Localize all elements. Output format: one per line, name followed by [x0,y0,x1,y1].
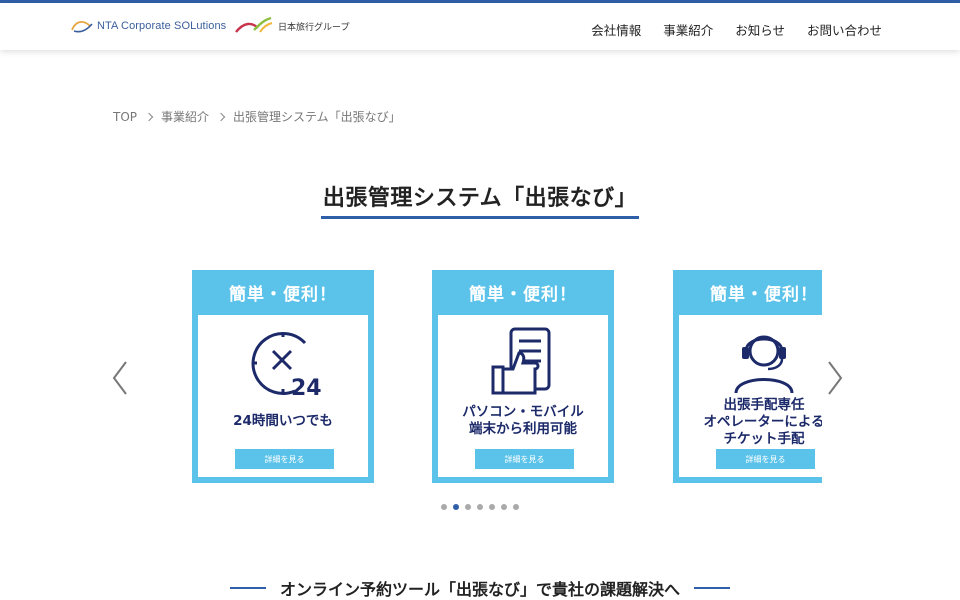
clock-24-icon: 24 [198,323,368,401]
section-heading: オンライン予約ツール「出張なび」で貴社の課題解決へ [0,576,960,600]
details-button[interactable]: 詳細を見る [716,449,815,469]
carousel-dot[interactable] [501,504,507,510]
carousel-dot[interactable] [513,504,519,510]
feature-card[interactable]: 簡単・便利！ 24 24時間いつでも 詳細を見る [192,270,374,483]
thumbs-up-phone-icon [438,323,608,401]
carousel-pagination [441,504,519,510]
group-logo-mark-icon [235,16,273,33]
feature-card[interactable]: 簡単・便利！ パソコン・モバイル 端末から利用可能 詳細を見る [432,270,614,483]
carousel-dot[interactable] [453,504,459,510]
carousel-track: 簡単・便利！ 24 24時間いつでも 詳細を見る 簡単・便利！ パソコン・モバイ… [192,268,822,488]
card-heading: 簡単・便利！ [710,285,818,305]
page-title-wrap: 出張管理システム「出張なび」 [0,180,960,219]
carousel-dot[interactable] [477,504,483,510]
carousel-dot[interactable] [489,504,495,510]
carousel-dot[interactable] [465,504,471,510]
details-button[interactable]: 詳細を見る [235,449,334,469]
card-body: パソコン・モバイル 端末から利用可能 詳細を見る [438,315,608,477]
breadcrumb-business[interactable]: 事業紹介 [161,108,209,125]
card-text: 出張手配専任 オペレーターによる チケット手配 [703,397,822,447]
nta-logo-mark-icon [71,21,93,33]
carousel-prev-arrow-icon[interactable] [110,360,130,396]
breadcrumb-top[interactable]: TOP [113,110,137,124]
card-body: 出張手配専任 オペレーターによる チケット手配 詳細を見る [679,315,822,477]
nta-logo-text: NTA Corporate SOLutions [97,20,227,32]
carousel-next-arrow-icon[interactable] [825,360,845,396]
nta-logo[interactable]: NTA Corporate SOLutions [70,18,226,34]
section-title: オンライン予約ツール「出張なび」で貴社の課題解決へ [279,580,680,599]
site-header: NTA Corporate SOLutions 日本旅行グループ 会社情報 事業… [0,3,960,50]
carousel-dot[interactable] [441,504,447,510]
main-nav: 会社情報 事業紹介 お知らせ お問い合わせ [591,20,882,39]
nav-business[interactable]: 事業紹介 [663,20,713,39]
breadcrumb-current: 出張管理システム「出張なび」 [233,110,401,124]
nav-contact[interactable]: お問い合わせ [807,20,882,39]
svg-text:24: 24 [291,376,322,401]
feature-carousel: 簡単・便利！ 24 24時間いつでも 詳細を見る 簡単・便利！ パソコン・モバイ… [100,268,860,488]
chevron-right-icon [216,112,226,121]
nav-news[interactable]: お知らせ [735,20,785,39]
card-text: パソコン・モバイル 端末から利用可能 [462,404,584,437]
operator-headset-icon [679,323,822,401]
breadcrumb: TOP 事業紹介 出張管理システム「出張なび」 [113,108,401,125]
card-heading: 簡単・便利！ [229,285,337,305]
group-logo-text: 日本旅行グループ [278,22,350,33]
details-button[interactable]: 詳細を見る [475,449,574,469]
heading-rule-right [694,587,730,589]
page-title: 出張管理システム「出張なび」 [320,180,640,219]
chevron-right-icon [144,112,154,121]
nta-group-logo[interactable]: 日本旅行グループ [234,16,349,36]
nav-company-info[interactable]: 会社情報 [591,20,641,39]
heading-rule-left [229,587,266,589]
feature-card[interactable]: 簡単・便利！ 出張手配専任 オペレーターによる チケット手配 詳細を見る [673,270,822,483]
card-body: 24 24時間いつでも 詳細を見る [198,315,368,477]
card-heading: 簡単・便利！ [469,285,577,305]
card-text: 24時間いつでも [233,413,333,429]
